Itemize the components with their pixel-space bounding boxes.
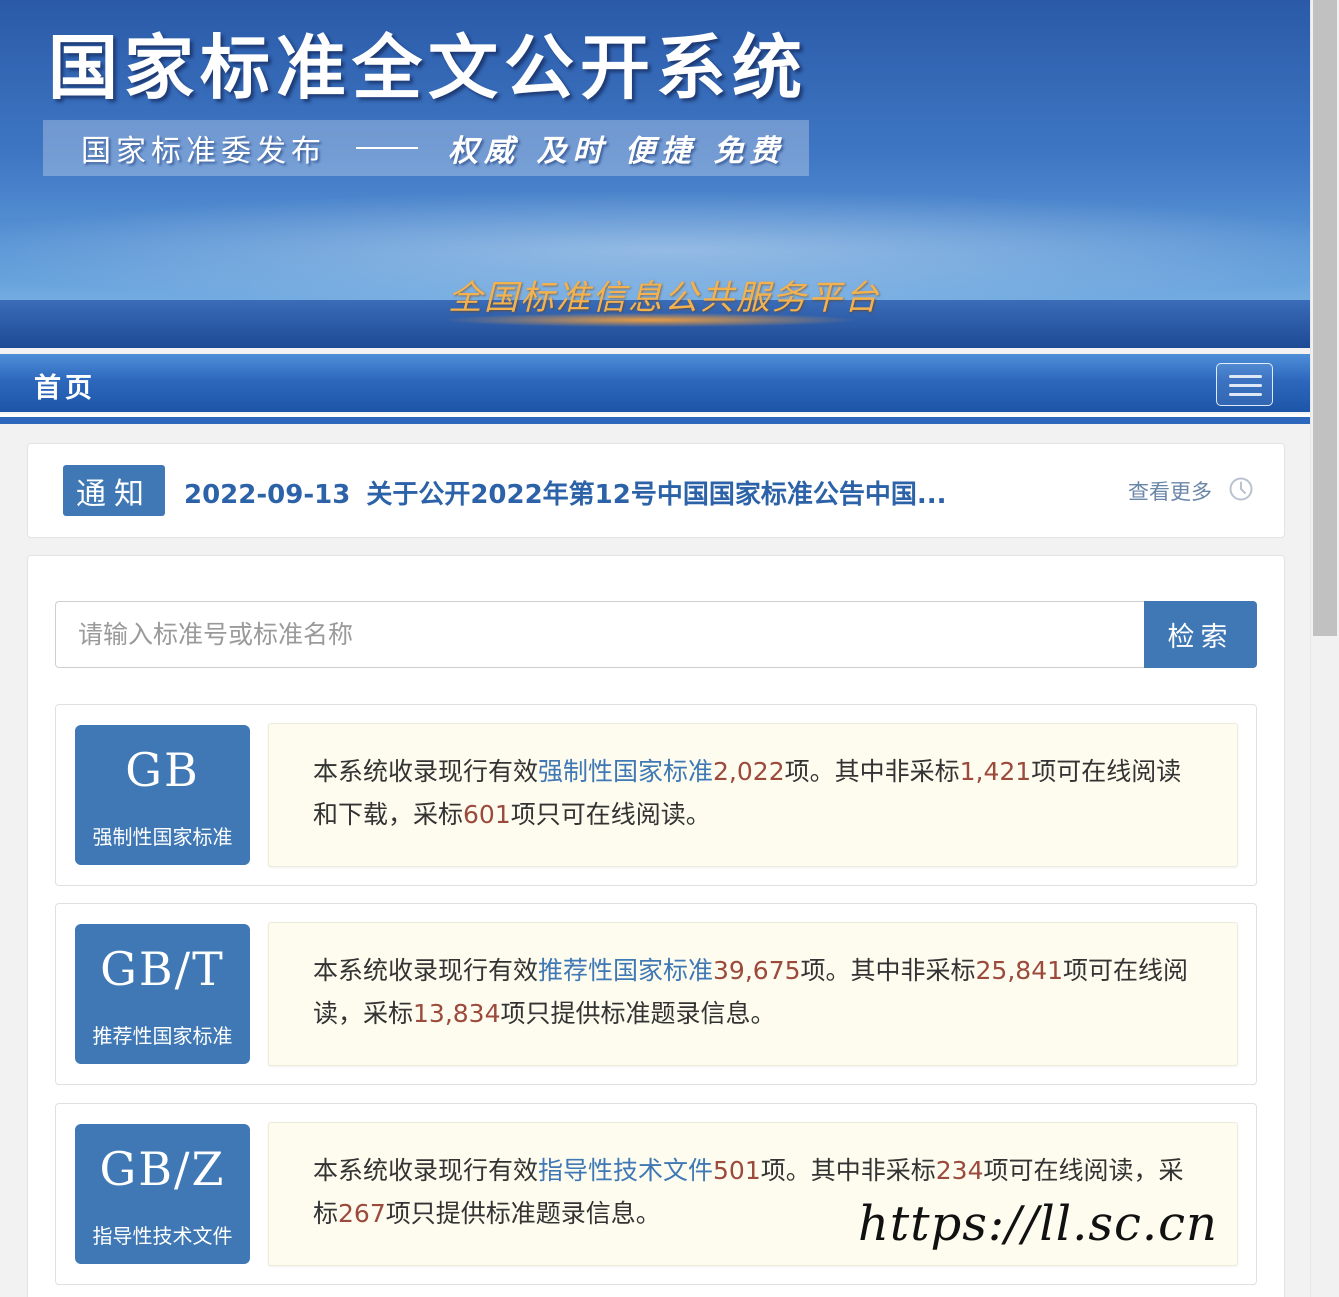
desc-text: 项。其中非采标 — [800, 956, 976, 985]
url-watermark: https://ll.sc.cn — [858, 1196, 1218, 1252]
adopted-count: 13,834 — [413, 999, 501, 1028]
desc-text: 项只提供标准题录信息。 — [500, 999, 776, 1028]
site-title: 国家标准全文公开系统 — [48, 26, 808, 109]
adopted-count: 601 — [463, 800, 511, 829]
menu-bar-bottom — [1229, 393, 1262, 396]
category-tile-gb[interactable]: GB 强制性国家标准 — [75, 725, 250, 865]
nonadopted-count: 234 — [935, 1156, 984, 1185]
category-type-link[interactable]: 指导性技术文件 — [538, 1156, 713, 1185]
nav-underline — [0, 414, 1310, 424]
category-tile-gbz[interactable]: GB/Z 指导性技术文件 — [75, 1124, 250, 1264]
category-type-link[interactable]: 强制性国家标准 — [538, 757, 713, 786]
nonadopted-count: 25,841 — [975, 956, 1064, 985]
category-description: 本系统收录现行有效强制性国家标准2,022项。其中非采标1,421项可在线阅读和… — [268, 723, 1238, 867]
category-description: 本系统收录现行有效推荐性国家标准39,675项。其中非采标25,841项可在线阅… — [268, 922, 1238, 1066]
desc-text: 项。其中非采标 — [784, 757, 960, 786]
category-code: GB/Z — [99, 1142, 226, 1196]
scrollbar-thumb[interactable] — [1313, 0, 1337, 636]
platform-name: 全国标准信息公共服务平台 — [448, 278, 880, 318]
menu-bar-top — [1229, 375, 1262, 378]
category-card-gb: GB 强制性国家标准 本系统收录现行有效强制性国家标准2,022项。其中非采标1… — [55, 704, 1257, 886]
motto-text: 权威 及时 便捷 免费 — [448, 134, 786, 169]
nonadopted-count: 1,421 — [959, 757, 1032, 786]
notice-link[interactable]: 2022-09-13 关于公开2022年第12号中国国家标准公告中国... — [184, 474, 947, 511]
category-code: GB/T — [100, 942, 225, 996]
category-card-gbt: GB/T 推荐性国家标准 本系统收录现行有效推荐性国家标准39,675项。其中非… — [55, 903, 1257, 1085]
clock-icon — [1229, 477, 1253, 501]
nav-home-link[interactable]: 首页 — [34, 366, 96, 405]
menu-bar-middle — [1229, 384, 1262, 387]
desc-text: 本系统收录现行有效 — [313, 1156, 539, 1185]
search-input[interactable] — [55, 601, 1166, 668]
category-code: GB — [125, 743, 200, 797]
desc-text: 本系统收录现行有效 — [313, 757, 539, 786]
search-button[interactable]: 检索 — [1144, 601, 1257, 668]
banner-subtitle: 国家标准委发布 权威 及时 便捷 免费 — [43, 120, 809, 176]
publisher-text: 国家标准委发布 — [81, 134, 326, 169]
vertical-scrollbar[interactable] — [1310, 0, 1339, 1297]
dash-divider — [356, 147, 418, 149]
category-name: 强制性国家标准 — [92, 825, 233, 849]
adopted-count: 267 — [338, 1199, 386, 1228]
notice-date: 2022-09-13 — [184, 480, 351, 510]
category-description-text: 本系统收录现行有效强制性国家标准2,022项。其中非采标1,421项可在线阅读和… — [313, 750, 1203, 836]
notice-badge: 通知 — [63, 465, 165, 516]
category-tile-gbt[interactable]: GB/T 推荐性国家标准 — [75, 924, 250, 1064]
nav-bar: 首页 — [0, 354, 1310, 412]
header-banner: 国家标准全文公开系统 国家标准委发布 权威 及时 便捷 免费 全国标准信息公共服… — [0, 0, 1310, 348]
category-type-link[interactable]: 推荐性国家标准 — [538, 956, 713, 985]
total-count: 39,675 — [713, 956, 801, 985]
category-card-gbz: GB/Z 指导性技术文件 本系统收录现行有效指导性技术文件501项。其中非采标2… — [55, 1103, 1257, 1285]
desc-text: 项只提供标准题录信息。 — [385, 1199, 661, 1228]
total-count: 2,022 — [713, 757, 785, 786]
main-panel: 检索 GB 强制性国家标准 本系统收录现行有效强制性国家标准2,022项。其中非… — [27, 555, 1285, 1297]
desc-text: 本系统收录现行有效 — [313, 956, 539, 985]
desc-text: 项只可在线阅读。 — [510, 800, 711, 829]
hamburger-menu-icon[interactable] — [1216, 363, 1273, 406]
total-count: 501 — [713, 1156, 761, 1185]
page: 国家标准全文公开系统 国家标准委发布 权威 及时 便捷 免费 全国标准信息公共服… — [0, 0, 1310, 1297]
category-name: 指导性技术文件 — [92, 1224, 233, 1248]
view-more-link[interactable]: 查看更多 — [1128, 476, 1212, 506]
category-description-text: 本系统收录现行有效推荐性国家标准39,675项。其中非采标25,841项可在线阅… — [313, 949, 1203, 1035]
notice-title: 关于公开2022年第12号中国国家标准公告中国... — [366, 480, 947, 510]
category-name: 推荐性国家标准 — [92, 1024, 233, 1048]
notice-bar: 通知 2022-09-13 关于公开2022年第12号中国国家标准公告中国... … — [27, 443, 1285, 538]
desc-text: 项。其中非采标 — [760, 1156, 936, 1185]
